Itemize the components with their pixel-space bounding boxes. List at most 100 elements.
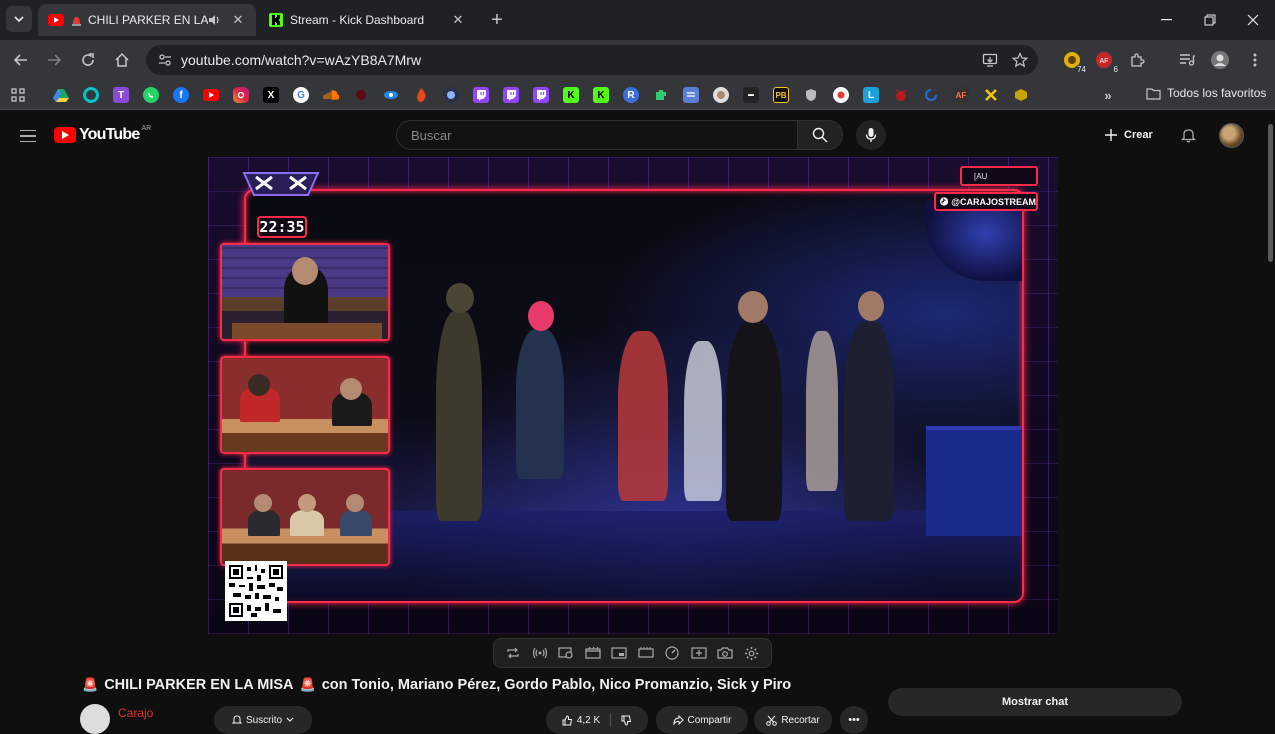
add-frame-icon[interactable] (689, 643, 709, 663)
extension-1-icon[interactable]: 74 (1060, 48, 1088, 75)
like-dislike-button[interactable]: 4,2 K (546, 706, 648, 734)
extensions-puzzle-icon[interactable] (1125, 48, 1149, 72)
minimize-button[interactable] (1147, 8, 1187, 32)
restore-button[interactable] (1190, 8, 1230, 32)
channel-avatar[interactable] (80, 704, 110, 734)
close-tab-icon[interactable]: ✕ (450, 12, 466, 28)
tab-kick-dashboard[interactable]: Stream - Kick Dashboard ✕ (258, 4, 476, 36)
kick-bookmark-2-icon[interactable]: K (593, 87, 609, 103)
speaker-icon[interactable] (208, 14, 222, 26)
video-player[interactable]: 22:35 [AU @CARAJOSTREAM (208, 157, 1058, 634)
r-bookmark-icon[interactable]: R (623, 87, 639, 103)
youtube-logo[interactable]: YouTube AR (54, 125, 151, 144)
twitch-bookmark-1-icon[interactable] (473, 87, 489, 103)
share-button[interactable]: Compartir (656, 706, 748, 734)
eye-bookmark-icon[interactable] (383, 87, 399, 103)
show-chat-label: Mostrar chat (1001, 696, 1069, 708)
soundcloud-bookmark-icon[interactable] (323, 87, 339, 103)
home-button[interactable] (108, 46, 136, 74)
subscribe-button[interactable]: Suscrito (214, 706, 312, 734)
notifications-bell-icon[interactable] (1176, 123, 1200, 147)
tab-youtube[interactable]: CHILI PARKER EN LA MISA ✕ (38, 4, 256, 36)
search-placeholder: Buscar (411, 127, 452, 143)
tab-title: CHILI PARKER EN LA MISA (88, 13, 208, 27)
af-bookmark-icon[interactable]: AF (953, 87, 969, 103)
whatsapp-bookmark-icon[interactable] (143, 87, 159, 103)
cinema-mode-icon[interactable] (583, 643, 603, 663)
bookmark-star-icon[interactable] (1012, 45, 1028, 75)
pb-bookmark-icon[interactable]: PB (773, 87, 789, 103)
view-tracker-icon[interactable] (556, 643, 576, 663)
search-input[interactable]: Buscar (396, 120, 798, 150)
address-bar[interactable]: youtube.com/watch?v=wAzYB8A7Mrw (146, 45, 1038, 75)
tab-search-button[interactable] (6, 6, 32, 32)
mascot-bookmark-icon[interactable] (443, 87, 459, 103)
twitch-bookmark-2-icon[interactable] (503, 87, 519, 103)
menu-hamburger-icon[interactable] (16, 124, 40, 148)
media-controls-icon[interactable] (1175, 48, 1199, 72)
circle-bookmark-icon[interactable] (83, 87, 99, 103)
badge-bookmark-icon[interactable] (1013, 87, 1029, 103)
red-bookmark-icon[interactable] (353, 87, 369, 103)
back-button[interactable] (7, 46, 35, 74)
extension-2-icon[interactable]: AF 6 (1092, 48, 1120, 75)
l-bookmark-icon[interactable]: L (863, 87, 879, 103)
close-tab-icon[interactable]: ✕ (230, 12, 246, 28)
account-avatar[interactable] (1219, 123, 1244, 148)
kick-bookmark-1-icon[interactable]: K (563, 87, 579, 103)
search-button[interactable] (797, 120, 843, 150)
forward-button[interactable] (40, 46, 68, 74)
loop-icon[interactable] (503, 643, 523, 663)
page-scrollbar-thumb[interactable] (1268, 124, 1273, 262)
screenshot-camera-icon[interactable] (715, 643, 735, 663)
more-bookmarks-chevron-icon[interactable]: » (1100, 87, 1116, 103)
apps-grid-icon[interactable] (10, 87, 26, 103)
swirl-bookmark-icon[interactable] (923, 87, 939, 103)
theater-mode-icon[interactable] (636, 643, 656, 663)
performer-figure (844, 321, 894, 521)
new-tab-button[interactable]: + (486, 9, 508, 31)
kick-icon (268, 12, 284, 28)
install-app-icon[interactable] (982, 45, 998, 75)
youtube-bookmark-icon[interactable] (203, 89, 219, 101)
flame-bookmark-icon[interactable] (413, 87, 429, 103)
broadcast-icon[interactable] (530, 643, 550, 663)
facebook-bookmark-icon[interactable]: f (173, 87, 189, 103)
create-button[interactable]: Crear (1104, 123, 1153, 147)
home-icon (115, 52, 129, 67)
more-actions-button[interactable]: ••• (840, 706, 868, 734)
cross-bookmark-icon[interactable] (983, 87, 999, 103)
show-chat-button[interactable]: Mostrar chat (888, 688, 1182, 716)
site-info-icon[interactable] (150, 45, 180, 75)
reload-button[interactable] (74, 46, 102, 74)
youtube-play-icon (54, 127, 76, 143)
channel-name[interactable]: Carajo (118, 706, 153, 720)
docs-bookmark-icon[interactable] (683, 87, 699, 103)
performer-head (858, 291, 884, 321)
drive-bookmark-icon[interactable] (53, 87, 69, 103)
side-camera-3 (220, 468, 390, 566)
chevron-down-icon (286, 717, 294, 722)
close-window-button[interactable] (1233, 8, 1273, 32)
speed-gauge-icon[interactable] (662, 643, 682, 663)
all-bookmarks-folder[interactable]: Todos los favoritos (1146, 86, 1266, 100)
tv-bookmark-icon[interactable]: ▬ (743, 87, 759, 103)
instagram-bookmark-icon[interactable] (233, 87, 249, 103)
x-bookmark-icon[interactable]: X (263, 87, 279, 103)
voice-search-button[interactable] (856, 120, 886, 150)
extension-badge: 74 (1075, 65, 1088, 75)
record-bookmark-icon[interactable] (833, 87, 849, 103)
t-bookmark-icon[interactable]: T (113, 87, 129, 103)
shield-bookmark-icon[interactable] (803, 87, 819, 103)
settings-gear-icon[interactable] (742, 643, 762, 663)
puzzle-bookmark-icon[interactable] (653, 87, 669, 103)
clip-button[interactable]: Recortar (754, 706, 832, 734)
face-bookmark-icon[interactable] (713, 87, 729, 103)
more-menu-icon[interactable] (1243, 48, 1267, 72)
twitch-bookmark-3-icon[interactable] (533, 87, 549, 103)
chevron-down-icon (14, 16, 24, 23)
demon-bookmark-icon[interactable] (893, 87, 909, 103)
profile-avatar-icon[interactable] (1208, 48, 1232, 72)
google-bookmark-icon[interactable]: G (293, 87, 309, 103)
miniplayer-icon[interactable] (609, 643, 629, 663)
